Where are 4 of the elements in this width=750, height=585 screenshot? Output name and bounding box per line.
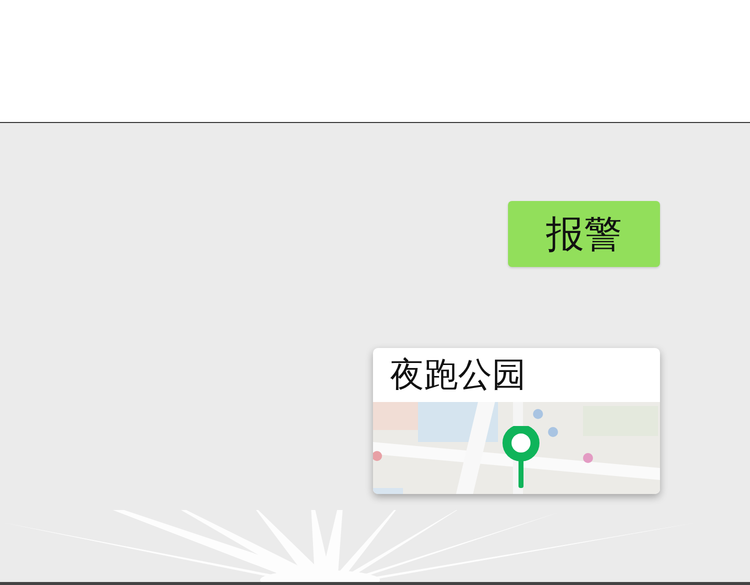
location-pin-icon bbox=[501, 426, 541, 488]
message-bubble[interactable]: 报警 bbox=[508, 201, 660, 267]
location-title: 夜跑公园 bbox=[389, 354, 526, 397]
location-card[interactable]: 夜跑公园 bbox=[373, 348, 660, 494]
